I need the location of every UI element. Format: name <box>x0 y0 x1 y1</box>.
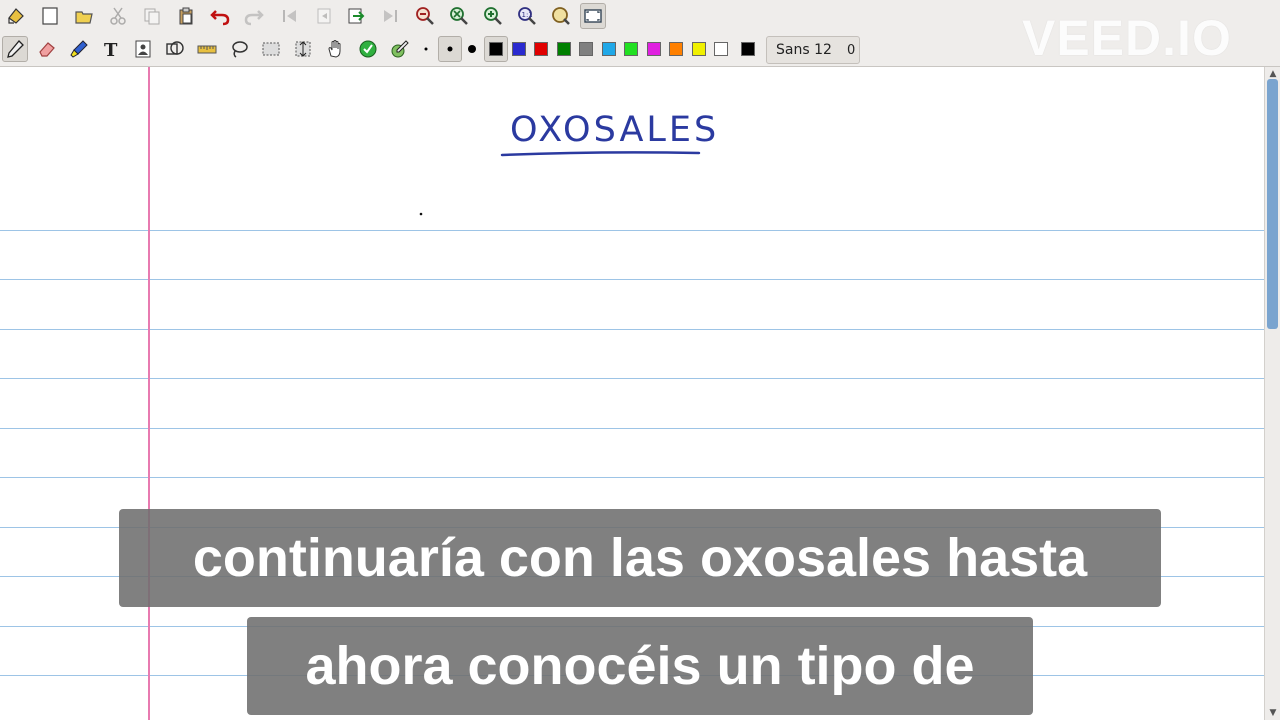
previous-page-button[interactable] <box>311 3 337 29</box>
clipboard-icon <box>179 7 193 25</box>
dot-small-icon <box>424 47 428 51</box>
image-tool-button[interactable] <box>130 36 156 62</box>
zoom-fit-button[interactable] <box>446 3 472 29</box>
scrollbar-thumb[interactable] <box>1267 79 1278 329</box>
color-swatch-green[interactable] <box>557 42 571 56</box>
zoom-in-button[interactable] <box>480 3 506 29</box>
lasso-icon <box>232 41 248 58</box>
last-page-button[interactable] <box>377 3 403 29</box>
open-folder-icon <box>75 11 93 24</box>
first-page-icon <box>283 10 296 22</box>
undo-icon <box>210 10 230 26</box>
subtitle-line-2: ahora conocéis un tipo de <box>247 617 1033 715</box>
undo-button[interactable] <box>207 3 233 29</box>
pen-icon <box>7 40 24 58</box>
pen-options-icon <box>391 40 409 58</box>
dot-large-icon <box>468 45 476 53</box>
cut-button[interactable] <box>105 3 131 29</box>
ruler-icon <box>197 45 217 54</box>
color-swatch-orange[interactable] <box>669 42 683 56</box>
font-size-label: 0 <box>847 42 856 58</box>
color-swatch-blue[interactable] <box>512 42 526 56</box>
eraser-icon <box>39 42 55 57</box>
last-page-icon <box>384 10 397 22</box>
first-page-button[interactable] <box>277 3 303 29</box>
font-selector-button[interactable]: Sans 12 0 <box>766 36 860 64</box>
pen-tool-button[interactable] <box>2 36 28 62</box>
eraser-tool-button[interactable] <box>34 36 60 62</box>
zoom-normal-icon: 1:1 <box>518 7 536 25</box>
color-swatch-magenta[interactable] <box>647 42 661 56</box>
font-name-label: Sans 12 <box>776 42 832 58</box>
color-swatch-light-green[interactable] <box>624 42 638 56</box>
ruler-tool-button[interactable] <box>194 36 220 62</box>
shapes-icon <box>166 41 184 55</box>
copy-icon <box>144 8 160 25</box>
ink-dot <box>419 212 423 216</box>
text-icon: T <box>104 40 118 59</box>
paste-button[interactable] <box>173 3 199 29</box>
new-page-button[interactable] <box>37 3 63 29</box>
vertical-space-icon <box>295 41 311 57</box>
hand-tool-button[interactable] <box>322 36 348 62</box>
zoom-fit-icon <box>450 7 468 25</box>
subtitle-line-1: continuaría con las oxosales hasta <box>119 509 1161 607</box>
current-color-indicator <box>741 42 755 56</box>
default-pen-button[interactable] <box>355 36 381 62</box>
thickness-medium-button[interactable] <box>438 36 462 62</box>
highlighter-icon <box>70 40 88 58</box>
next-page-button[interactable] <box>343 3 369 29</box>
next-page-icon <box>348 8 365 24</box>
highlighter-tool-button[interactable] <box>66 36 92 62</box>
title-underline <box>500 151 701 157</box>
handwritten-title: OXOSALES <box>500 110 719 157</box>
scroll-down-arrow-icon[interactable]: ▼ <box>1266 706 1280 720</box>
zoom-in-icon <box>484 7 502 25</box>
color-swatch-black[interactable] <box>489 42 503 56</box>
color-swatch-red[interactable] <box>534 42 548 56</box>
fullscreen-button[interactable] <box>580 3 606 29</box>
dot-medium-icon <box>447 46 453 52</box>
color-swatch-yellow[interactable] <box>692 42 706 56</box>
page-width-button[interactable] <box>548 3 574 29</box>
thickness-thick-button[interactable] <box>461 36 483 62</box>
fullscreen-icon <box>584 9 602 23</box>
zoom-normal-button[interactable]: 1:1 <box>514 3 540 29</box>
annotate-pdf-button[interactable] <box>3 3 29 29</box>
zoom-width-icon <box>552 7 570 25</box>
lasso-tool-button[interactable] <box>226 36 252 62</box>
title-text: OXOSALES <box>510 110 719 150</box>
zoom-out-button[interactable] <box>412 3 438 29</box>
rect-select-icon <box>262 42 280 56</box>
new-document-icon <box>42 7 58 25</box>
rect-select-button[interactable] <box>258 36 284 62</box>
shape-recognizer-button[interactable] <box>162 36 188 62</box>
hand-icon <box>328 40 341 58</box>
color-swatch-gray[interactable] <box>579 42 593 56</box>
svg-text:T: T <box>104 40 118 59</box>
redo-button[interactable] <box>241 3 267 29</box>
svg-text:1:1: 1:1 <box>522 11 533 19</box>
zoom-out-icon <box>416 7 434 25</box>
image-icon <box>135 40 151 58</box>
redo-icon <box>244 10 264 26</box>
thickness-fine-button[interactable] <box>415 36 437 62</box>
copy-button[interactable] <box>139 3 165 29</box>
vertical-space-button[interactable] <box>290 36 316 62</box>
pen-options-button[interactable] <box>387 36 413 62</box>
vertical-scrollbar[interactable]: ▲ ▼ <box>1264 67 1280 720</box>
color-swatch-white[interactable] <box>714 42 728 56</box>
annotate-icon <box>8 8 24 24</box>
default-pen-icon <box>359 40 377 58</box>
scissors-icon <box>110 7 126 25</box>
color-swatch-light-blue[interactable] <box>602 42 616 56</box>
text-tool-button[interactable]: T <box>98 36 124 62</box>
open-button[interactable] <box>71 3 97 29</box>
veed-watermark: VEED.IO <box>1022 10 1232 66</box>
previous-page-icon <box>317 8 331 24</box>
